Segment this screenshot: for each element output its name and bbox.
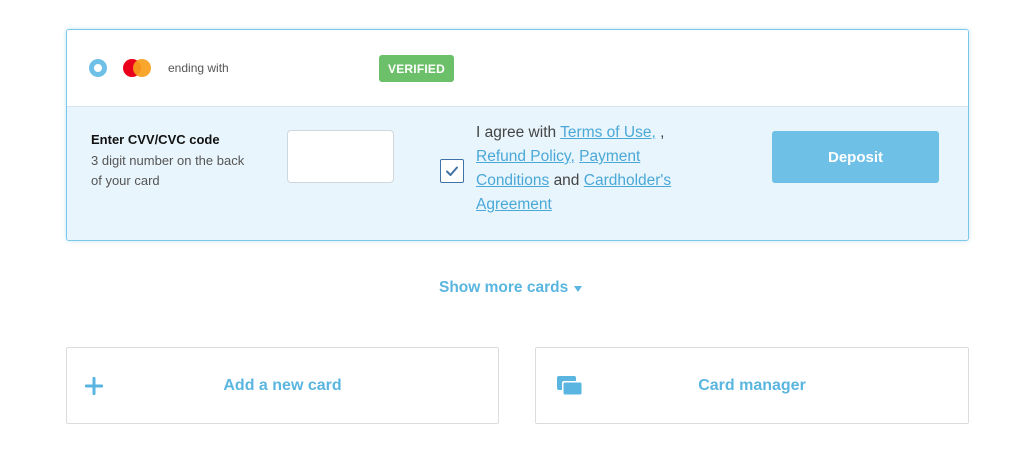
agree-and: and [553, 172, 580, 189]
deposit-button[interactable]: Deposit [772, 131, 939, 183]
show-more-cards-button[interactable]: Show more cards [439, 279, 583, 297]
verified-badge: VERIFIED [379, 55, 454, 82]
checkmark-icon [446, 166, 458, 176]
selected-card-panel: ending with VERIFIED Enter CVV/CVC code … [66, 29, 969, 241]
cvv-title: Enter CVV/CVC code [91, 132, 220, 147]
cvv-hint: 3 digit number on the back of your card [91, 153, 245, 188]
agreement-text: I agree with Terms of Use, , Refund Poli… [476, 121, 716, 217]
agree-prefix: I agree with [476, 124, 557, 141]
card-manager-label: Card manager [698, 376, 806, 394]
card-header[interactable]: ending with VERIFIED [67, 30, 968, 107]
card-radio-button[interactable] [89, 59, 107, 77]
agree-separator: , [655, 124, 665, 141]
add-card-label: Add a new card [223, 376, 342, 394]
cvv-input[interactable] [287, 130, 394, 183]
card-payment-form: Enter CVV/CVC code 3 digit number on the… [67, 107, 968, 240]
refund-policy-link[interactable]: Refund Policy, [476, 148, 575, 165]
card-ending-label: ending with [168, 61, 229, 75]
radio-selected-dot [94, 64, 102, 72]
caret-down-icon [574, 286, 583, 292]
card-manager-button[interactable]: Card manager [535, 347, 969, 424]
terms-of-use-link[interactable]: Terms of Use, [560, 124, 656, 141]
mastercard-icon [123, 59, 151, 77]
agree-checkbox[interactable] [440, 159, 464, 183]
add-new-card-button[interactable]: Add a new card [66, 347, 499, 424]
show-more-label: Show more cards [439, 279, 569, 296]
